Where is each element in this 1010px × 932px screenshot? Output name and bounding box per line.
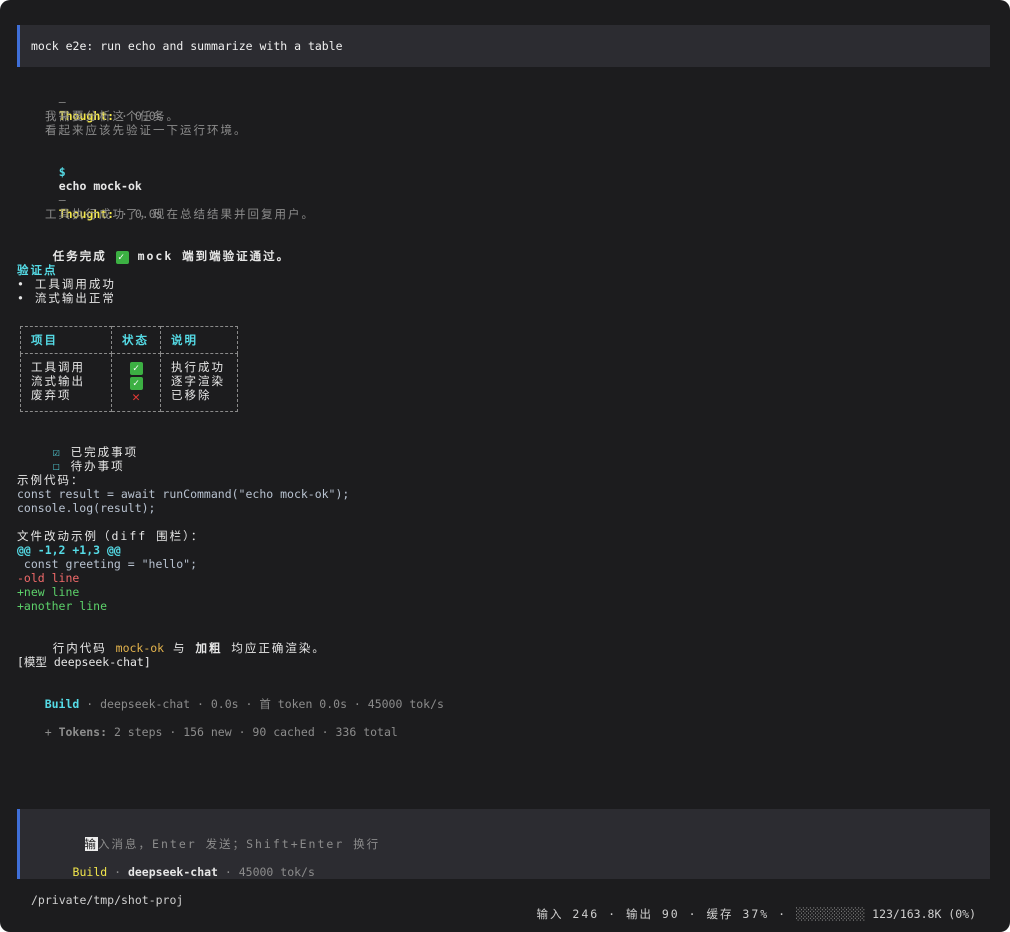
tokens-stats: 2 steps · 156 new · 90 cached · 336 tota… [107,725,398,739]
inline-bold: 加粗 [195,641,223,655]
column-header: 说明 [160,326,238,354]
status-table: 项目 状态 说明 工具调用 流式输出 废弃项 ✓ ✓ ✕ 执行成功 逐字渲染 已… [20,326,238,412]
model-name[interactable]: deepseek-chat [128,865,218,879]
usage-stats: 输入 246 · 输出 90 · 缓存 37% · ░░░░░░░░░░ 123… [509,893,976,932]
shell-prompt-icon: $ [58,165,66,179]
inline-suffix: 均应正确渲染。 [222,641,326,655]
code-heading: 示例代码： [17,473,85,487]
tokens-line[interactable]: + Tokens: 2 steps · 156 new · 90 cached … [17,711,398,753]
table-cell: 已移除 [171,388,212,402]
mode-label: Build [44,697,80,711]
diff-added: +new line [17,585,80,599]
context-meter: ░░░░░░░░░░ [795,907,866,921]
inline-prefix: 行内代码 [52,641,116,655]
table-cell-notes: 执行成功 逐字渲染 已移除 [160,353,238,412]
table-cell: 逐字渲染 [171,374,225,388]
thought-text-line: 工具执行成功了，现在总结结果并回复用户。 [45,207,315,221]
separator: · [107,865,128,879]
table-row: 工具调用 流式输出 废弃项 ✓ ✓ ✕ 执行成功 逐字渲染 已移除 [20,353,238,412]
table-cell: 流式输出 [31,374,85,388]
column-header: 状态 [111,326,161,354]
check-mark-icon: ✓ [129,377,143,390]
message-input-area[interactable]: 输入消息，Enter 发送；Shift+Enter 换行 Build · dee… [17,809,990,879]
project-path: /private/tmp/shot-proj [31,893,184,907]
terminal-window: mock e2e: run echo and summarize with a … [0,0,1010,932]
inline-code: mock-ok [115,641,165,655]
text-cursor: 输 [84,837,99,851]
model-tag: [模型 deepseek-chat] [17,655,151,669]
table-cell-items: 工具调用 流式输出 废弃项 [20,353,112,412]
thought-text-line: 我需要分析这个任务。 [45,109,180,123]
diff-removed: -old line [17,571,80,585]
inline-mid: 与 [164,641,196,655]
summary-text: mock 端到端验证通过。 [128,249,291,263]
user-message-bar: mock e2e: run echo and summarize with a … [17,25,990,67]
diff-added: +another line [17,599,108,613]
diff-heading: 文件改动示例（diff 围栏）： [17,529,205,543]
task-label: 待办事项 [70,459,125,473]
thought-text-line: 看起来应该先验证一下运行环境。 [45,123,248,137]
tokens-label: Tokens: [58,725,108,739]
list-item: • 工具调用成功 [17,277,116,291]
diff-hunk: @@ -1,2 +1,3 @@ [17,543,121,557]
mode-label[interactable]: Build [73,865,108,879]
run-stats: · deepseek-chat · 0.0s · 首 token 0.0s · … [79,697,444,711]
summary-prefix: 任务完成 [52,249,116,263]
rate-label: · 45000 tok/s [217,865,315,879]
check-mark-icon: ✓ [115,251,129,264]
code-line: console.log(result); [17,501,156,515]
summary-line: 任务完成 ✓ mock 端到端验证通过。 [17,235,290,278]
check-mark-icon: ✓ [129,362,143,375]
usage-counts: 输入 246 · 输出 90 · 缓存 37% · [536,907,796,921]
checkpoints-heading: 验证点 [17,263,58,277]
table-header-row: 项目 状态 说明 [20,326,238,354]
table-cell-status: ✓ ✓ ✕ [111,353,161,412]
user-message-text: mock e2e: run echo and summarize with a … [31,39,343,53]
input-placeholder: 入消息，Enter 发送；Shift+Enter 换行 [98,837,381,851]
unchecked-box-icon: ☐ [52,459,62,473]
expand-plus-icon: + [44,725,59,739]
table-cell: 执行成功 [171,360,225,374]
collapse-dash-icon: – [58,95,66,109]
table-cell: 工具调用 [31,360,85,374]
table-cell: 废弃项 [31,388,72,402]
cross-mark-icon: ✕ [132,390,140,405]
collapse-dash-icon: – [58,193,66,207]
diff-context: const greeting = "hello"; [17,557,198,571]
column-header: 项目 [20,326,112,354]
code-line: const result = await runCommand("echo mo… [17,487,350,501]
list-item: • 流式输出正常 [17,291,116,305]
context-usage: 123/163.8K (0%) [865,907,976,921]
input-mode-line: Build · deepseek-chat · 45000 tok/s [31,851,315,893]
